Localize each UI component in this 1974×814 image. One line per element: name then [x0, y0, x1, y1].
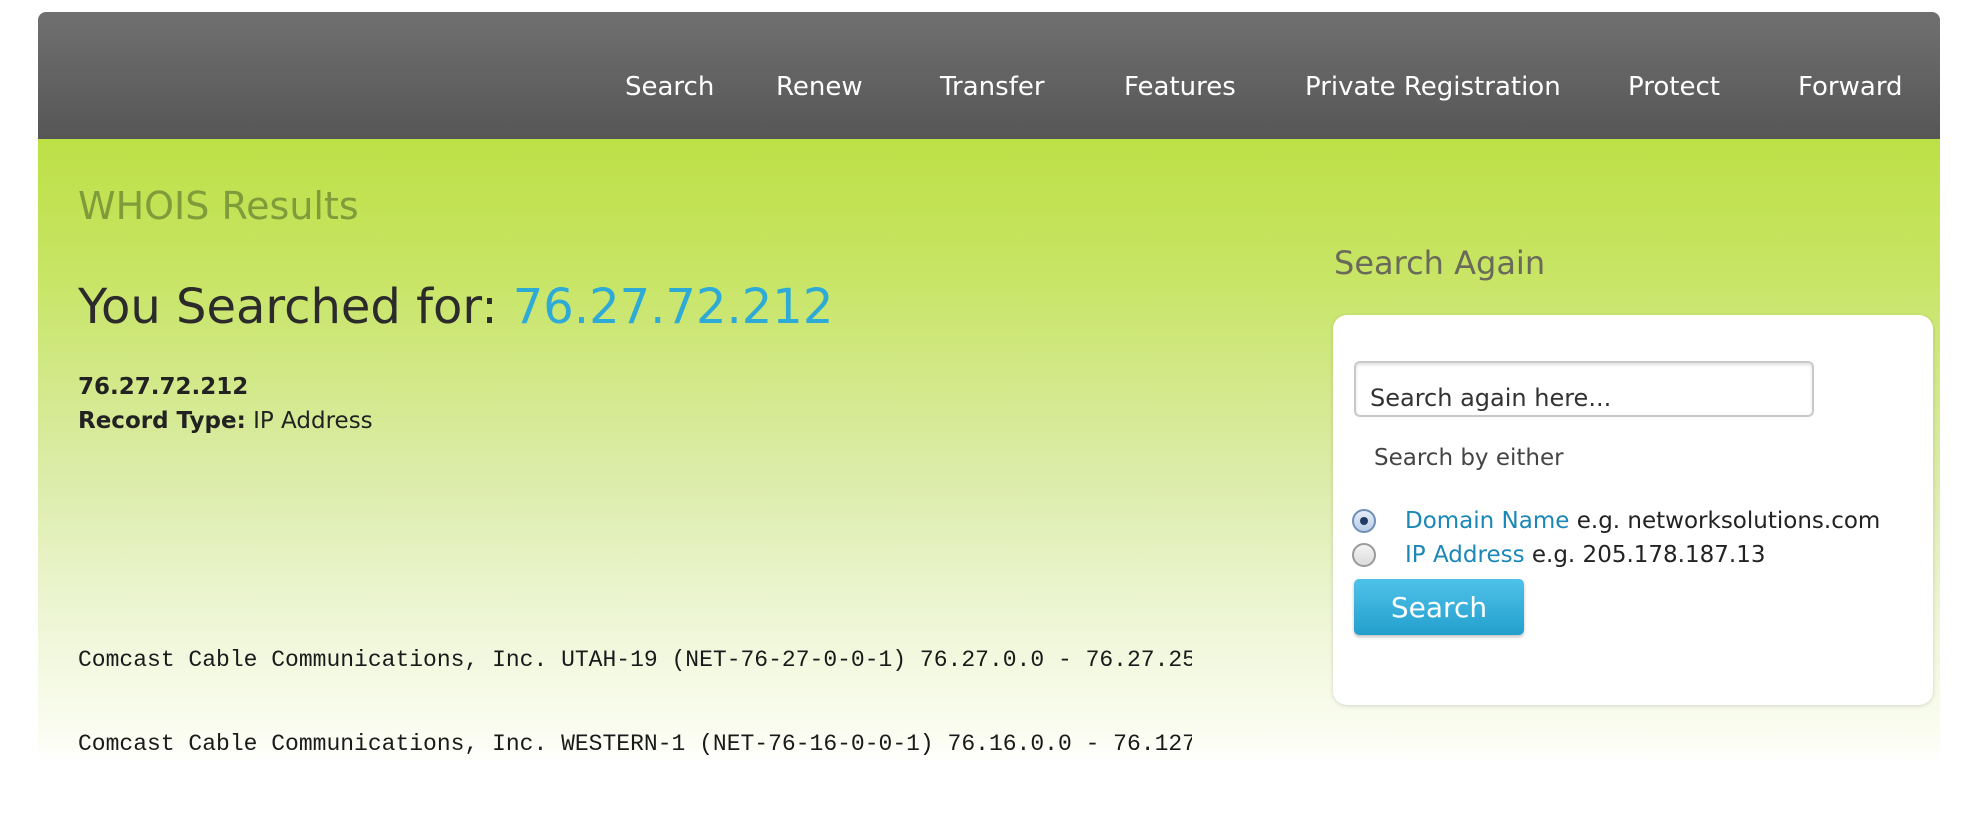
whois-line: Comcast Cable Communications, Inc. UTAH-… — [78, 647, 1192, 673]
search-button[interactable]: Search — [1354, 579, 1524, 635]
nav-item-protect[interactable]: Protect — [1628, 72, 1720, 102]
search-again-title: Search Again — [1334, 244, 1546, 282]
domain-name-example: e.g. networksolutions.com — [1576, 508, 1881, 534]
whois-line: Comcast Cable Communications, Inc. WESTE… — [78, 731, 1192, 757]
record-type: Record Type: IP Address — [78, 408, 373, 434]
record-type-label: Record Type: — [78, 408, 246, 434]
search-again-panel: Search by either Domain Name e.g. networ… — [1333, 315, 1933, 705]
record-ip: 76.27.72.212 — [78, 374, 249, 400]
radio-label-domain-name: Domain Name e.g. networksolutions.com — [1405, 507, 1880, 535]
nav-item-forward[interactable]: Forward — [1798, 72, 1903, 102]
page: Search Renew Transfer Features Private R… — [38, 12, 1940, 762]
nav-item-search[interactable]: Search — [625, 72, 714, 102]
searched-term: 76.27.72.212 — [512, 279, 834, 335]
main-content: WHOIS Results You Searched for: 76.27.72… — [38, 139, 1940, 762]
nav-item-private-registration[interactable]: Private Registration — [1305, 72, 1561, 102]
domain-name-link[interactable]: Domain Name — [1405, 508, 1569, 534]
radio-button-domain-name[interactable] — [1352, 509, 1376, 533]
ip-address-example: e.g. 205.178.187.13 — [1531, 542, 1766, 568]
search-again-input[interactable] — [1354, 361, 1814, 417]
whois-record-text: Comcast Cable Communications, Inc. UTAH-… — [78, 590, 1192, 814]
searched-for-prefix: You Searched for: — [78, 279, 498, 335]
nav-item-features[interactable]: Features — [1124, 72, 1236, 102]
searched-for-heading: You Searched for: 76.27.72.212 — [78, 279, 833, 335]
nav-item-transfer[interactable]: Transfer — [940, 72, 1045, 102]
radio-label-ip-address: IP Address e.g. 205.178.187.13 — [1405, 541, 1765, 569]
ip-address-link[interactable]: IP Address — [1405, 542, 1525, 568]
radio-button-ip-address[interactable] — [1352, 543, 1376, 567]
nav-item-renew[interactable]: Renew — [776, 72, 863, 102]
record-type-value: IP Address — [253, 408, 373, 434]
search-hint: Search by either — [1374, 445, 1564, 471]
radio-selected-dot — [1360, 517, 1368, 525]
top-nav-bar: Search Renew Transfer Features Private R… — [38, 12, 1940, 139]
page-title: WHOIS Results — [78, 184, 359, 228]
